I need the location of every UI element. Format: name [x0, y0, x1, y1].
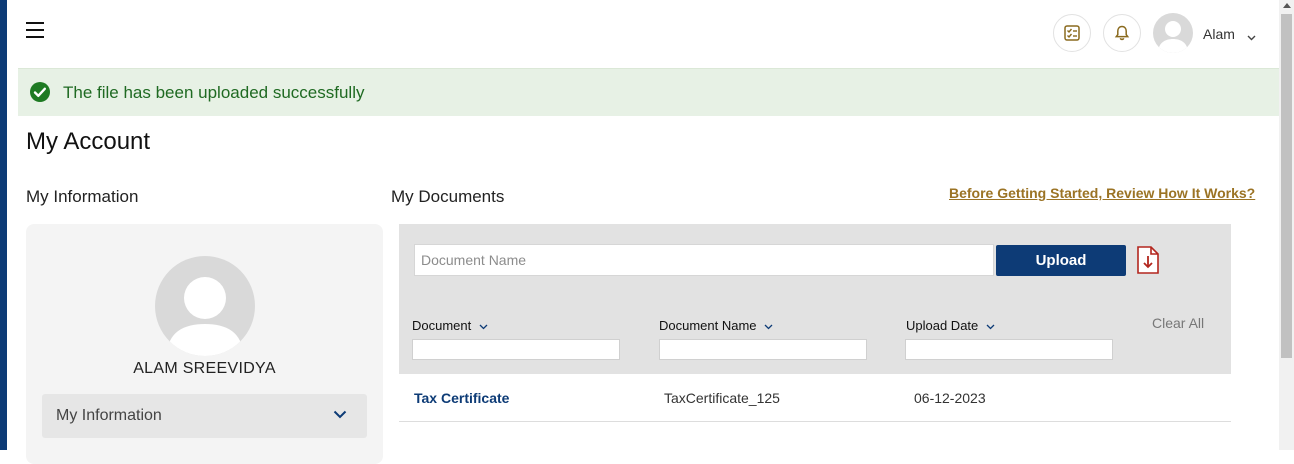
document-name-input[interactable]: [414, 244, 994, 276]
menu-icon[interactable]: [26, 22, 44, 38]
column-label: Upload Date: [906, 318, 979, 333]
success-alert: The file has been uploaded successfully: [18, 68, 1280, 116]
column-label: Document Name: [659, 318, 757, 333]
clear-all-button[interactable]: Clear All: [1152, 315, 1204, 331]
my-documents-title: My Documents: [391, 187, 505, 206]
upload-date-cell: 06-12-2023: [914, 390, 986, 406]
how-it-works-link[interactable]: Before Getting Started, Review How It Wo…: [949, 185, 1255, 201]
table-row: Tax Certificate TaxCertificate_125 06-12…: [399, 374, 1231, 422]
user-avatar[interactable]: [1153, 13, 1193, 53]
document-link[interactable]: Tax Certificate: [414, 390, 509, 406]
column-header-upload-date[interactable]: Upload Date: [906, 318, 995, 333]
profile-avatar: [155, 256, 255, 356]
column-label: Document: [412, 318, 472, 333]
page-title: My Account: [26, 128, 151, 155]
chevron-down-icon: [333, 410, 347, 419]
chevron-down-icon: [986, 324, 995, 329]
my-information-accordion[interactable]: My Information: [42, 394, 367, 438]
check-circle-icon: [30, 82, 50, 102]
checklist-icon: [1064, 25, 1080, 41]
side-accent-stripe: [0, 0, 7, 450]
column-header-document-name[interactable]: Document Name: [659, 318, 773, 333]
alert-message: The file has been uploaded successfully: [63, 83, 365, 102]
document-filter-input[interactable]: [412, 339, 620, 360]
my-information-card: ALAM SREEVIDYA My Information: [26, 224, 383, 464]
checklist-button[interactable]: [1053, 14, 1091, 52]
scroll-up-arrow-icon[interactable]: [1283, 3, 1291, 8]
bell-icon: [1114, 25, 1130, 41]
user-name[interactable]: Alam: [1203, 26, 1235, 42]
profile-name: ALAM SREEVIDYA: [133, 360, 276, 377]
user-silhouette-icon: [1158, 21, 1188, 53]
scrollbar-thumb[interactable]: [1281, 14, 1292, 358]
user-silhouette-icon: [167, 277, 243, 356]
chevron-down-icon: [479, 324, 488, 329]
accordion-label: My Information: [56, 407, 162, 424]
chevron-down-icon: [764, 324, 773, 329]
upload-date-filter-input[interactable]: [905, 339, 1113, 360]
documents-panel: Upload Document Document Name Upload Dat…: [399, 224, 1231, 374]
my-information-title: My Information: [26, 187, 139, 206]
chevron-down-icon[interactable]: [1247, 28, 1256, 46]
pdf-download-icon[interactable]: [1136, 246, 1160, 274]
scrollbar[interactable]: [1279, 0, 1294, 450]
column-header-document[interactable]: Document: [412, 318, 488, 333]
notifications-button[interactable]: [1103, 14, 1141, 52]
document-name-cell: TaxCertificate_125: [664, 390, 780, 406]
document-name-filter-input[interactable]: [659, 339, 867, 360]
upload-button[interactable]: Upload: [996, 245, 1126, 276]
